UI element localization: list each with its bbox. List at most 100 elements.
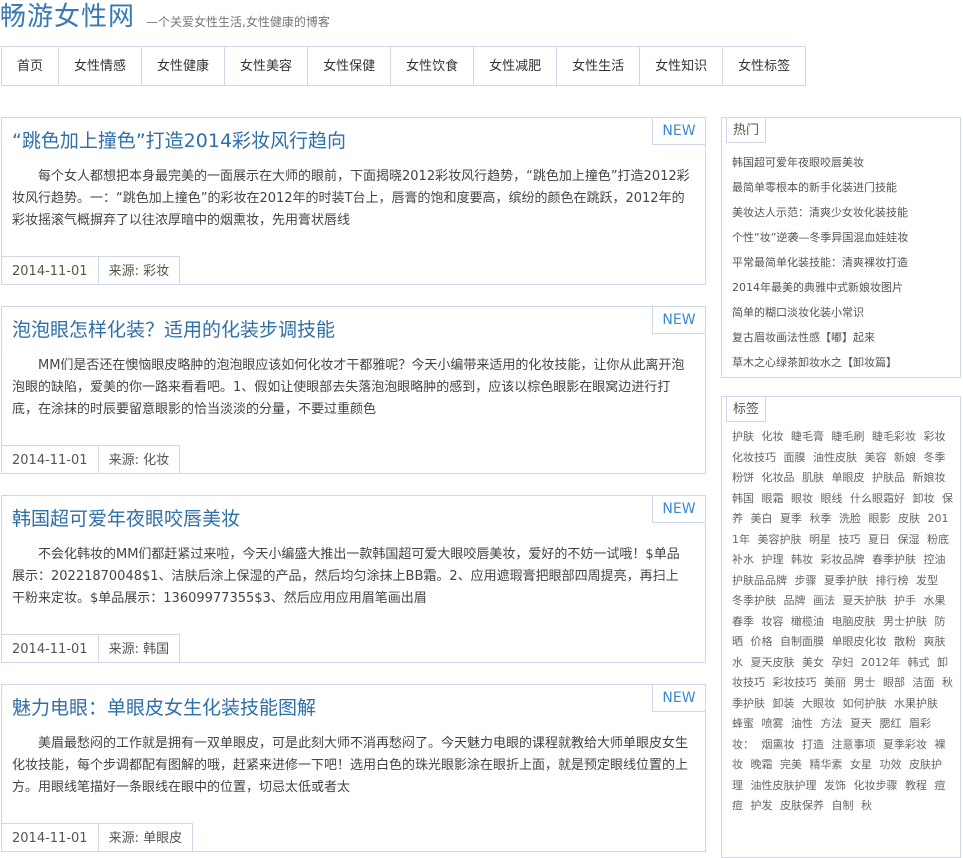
tag-link[interactable]: 肌肤 [802, 471, 824, 484]
tag-link[interactable]: 明星 [809, 533, 831, 546]
tag-link[interactable]: 美白 [751, 512, 773, 525]
tag-link[interactable]: 眼影 [869, 512, 891, 525]
tag-link[interactable]: 油性皮肤护理 [751, 779, 817, 792]
tag-link[interactable]: 粉饼 [732, 471, 754, 484]
tag-link[interactable]: 护理 [762, 553, 784, 566]
hot-item[interactable]: 2014年最美的典雅中式新娘妆图片 [732, 275, 908, 300]
tag-link[interactable]: 排行榜 [876, 574, 909, 587]
article-title[interactable]: 韩国超可爱年夜眼咬唇美妆 [12, 504, 240, 531]
tag-link[interactable]: 卸妆 [913, 492, 935, 505]
tag-link[interactable]: 妆： [732, 738, 754, 751]
tag-link[interactable]: 眼线 [821, 492, 843, 505]
tag-link[interactable]: 男士护肤 [883, 615, 927, 628]
tag-link[interactable]: 护发 [751, 799, 773, 812]
tag-link[interactable]: 眼霜 [762, 492, 784, 505]
tag-link[interactable]: 化妆 [762, 430, 784, 443]
tag-link[interactable]: 步骤 [795, 574, 817, 587]
tag-link[interactable]: 如何护肤 [843, 697, 887, 710]
hot-item[interactable]: 简单的糊口淡妆化装小常识 [732, 300, 908, 325]
tag-link[interactable]: 完美 [780, 758, 802, 771]
tag-link[interactable]: 眼妆 [791, 492, 813, 505]
article-source[interactable]: 来源: 彩妆 [98, 256, 181, 285]
article-source[interactable]: 来源: 韩国 [98, 634, 181, 663]
article-title[interactable]: “跳色加上撞色”打造2014彩妆风行趋向 [12, 126, 346, 153]
hot-item[interactable]: 个性“妆”逆袭—冬季异国混血娃娃妆 [732, 225, 908, 250]
tag-link[interactable]: 自制 [832, 799, 854, 812]
tag-link[interactable]: 水果 [924, 594, 946, 607]
nav-health[interactable]: 女性健康 [142, 47, 226, 85]
tag-link[interactable]: 化妆品 [762, 471, 795, 484]
tag-link[interactable]: 化妆技巧 [732, 451, 776, 464]
tag-link[interactable]: 秋 [861, 799, 872, 812]
tag-link[interactable]: 面膜 [784, 451, 806, 464]
tag-link[interactable]: 卸装 [773, 697, 795, 710]
tag-link[interactable]: 喷雾 [762, 717, 784, 730]
tag-link[interactable]: 注意事项 [832, 738, 876, 751]
tag-link[interactable]: 夏天 [850, 717, 872, 730]
tag-link[interactable]: 夏天护肤 [843, 594, 887, 607]
tag-link[interactable]: 夏季护肤 [824, 574, 868, 587]
tag-link[interactable]: 男士 [854, 676, 876, 689]
tag-link[interactable]: 单眼皮化妆 [832, 635, 887, 648]
tag-link[interactable]: 品牌 [784, 594, 806, 607]
tag-link[interactable]: 洁面 [913, 676, 935, 689]
tag-link[interactable]: 春季 [732, 615, 754, 628]
tag-link[interactable]: 保湿 [898, 533, 920, 546]
tag-link[interactable]: 秋季 [810, 512, 832, 525]
tag-link[interactable]: 孕妇 [832, 656, 854, 669]
tag-link[interactable]: 单眼皮 [832, 471, 865, 484]
nav-diet[interactable]: 女性饮食 [391, 47, 475, 85]
tag-link[interactable]: 方法 [821, 717, 843, 730]
tag-link[interactable]: 油性皮肤 [813, 451, 857, 464]
hot-item[interactable]: 复古眉妆画法性感【嘟】起来 [732, 325, 908, 350]
tag-link[interactable]: 散粉 [894, 635, 916, 648]
tag-link[interactable]: 电脑皮肤 [832, 615, 876, 628]
tag-link[interactable]: 彩妆技巧 [773, 676, 817, 689]
tag-link[interactable]: 美女 [802, 656, 824, 669]
tag-link[interactable]: 腮红 [880, 717, 902, 730]
tag-link[interactable]: 洗脸 [839, 512, 861, 525]
tag-link[interactable]: 功效 [880, 758, 902, 771]
tag-link[interactable]: 发饰 [824, 779, 846, 792]
tag-link[interactable]: 韩妆 [791, 553, 813, 566]
tag-link[interactable]: 睫毛彩妆 [872, 430, 916, 443]
tag-link[interactable]: 冬季护肤 [732, 594, 776, 607]
nav-home[interactable]: 首页 [2, 47, 60, 85]
tag-link[interactable]: 精华素 [810, 758, 843, 771]
tag-link[interactable]: 眉彩 [909, 717, 931, 730]
tag-link[interactable]: 大眼妆 [802, 697, 835, 710]
tag-link[interactable]: 彩妆 [924, 430, 946, 443]
tag-link[interactable]: 睫毛刷 [832, 430, 865, 443]
nav-care[interactable]: 女性保健 [308, 47, 392, 85]
nav-weightloss[interactable]: 女性减肥 [474, 47, 558, 85]
tag-link[interactable]: 冬季 [924, 451, 946, 464]
tag-link[interactable]: 夏季 [780, 512, 802, 525]
nav-beauty[interactable]: 女性美容 [225, 47, 309, 85]
tag-link[interactable]: 皮肤保养 [780, 799, 824, 812]
article-title[interactable]: 魅力电眼：单眼皮女生化装技能图解 [12, 693, 316, 720]
tag-link[interactable]: 女星 [850, 758, 872, 771]
tag-link[interactable]: 发型 [916, 574, 938, 587]
hot-item[interactable]: 美妆达人示范：清爽少女妆化装技能 [732, 200, 908, 225]
tag-link[interactable]: 夏季彩妆 [883, 738, 927, 751]
tag-link[interactable]: 皮肤 [898, 512, 920, 525]
tag-link[interactable]: 护肤 [732, 430, 754, 443]
tag-link[interactable]: 美丽 [824, 676, 846, 689]
tag-link[interactable]: 彩妆品牌 [821, 553, 865, 566]
tag-link[interactable]: 护手 [894, 594, 916, 607]
hot-item[interactable]: 最简单零根本的新手化装进门技能 [732, 175, 908, 200]
tag-link[interactable]: 夏日 [868, 533, 890, 546]
tag-link[interactable]: 粉底 [927, 533, 949, 546]
tag-link[interactable]: 夏天皮肤 [751, 656, 795, 669]
tag-link[interactable]: 烟熏妆 [762, 738, 795, 751]
tag-link[interactable]: 妆容 [762, 615, 784, 628]
tag-link[interactable]: 美容 [865, 451, 887, 464]
tag-link[interactable]: 韩式 [908, 656, 930, 669]
tag-link[interactable]: 新娘妆 [913, 471, 946, 484]
tag-link[interactable]: 画法 [813, 594, 835, 607]
tag-link[interactable]: 技巧 [839, 533, 861, 546]
tag-link[interactable]: 2012年 [861, 656, 900, 669]
tag-link[interactable]: 眼部 [883, 676, 905, 689]
tag-link[interactable]: 打造 [802, 738, 824, 751]
tag-link[interactable]: 价格 [751, 635, 773, 648]
